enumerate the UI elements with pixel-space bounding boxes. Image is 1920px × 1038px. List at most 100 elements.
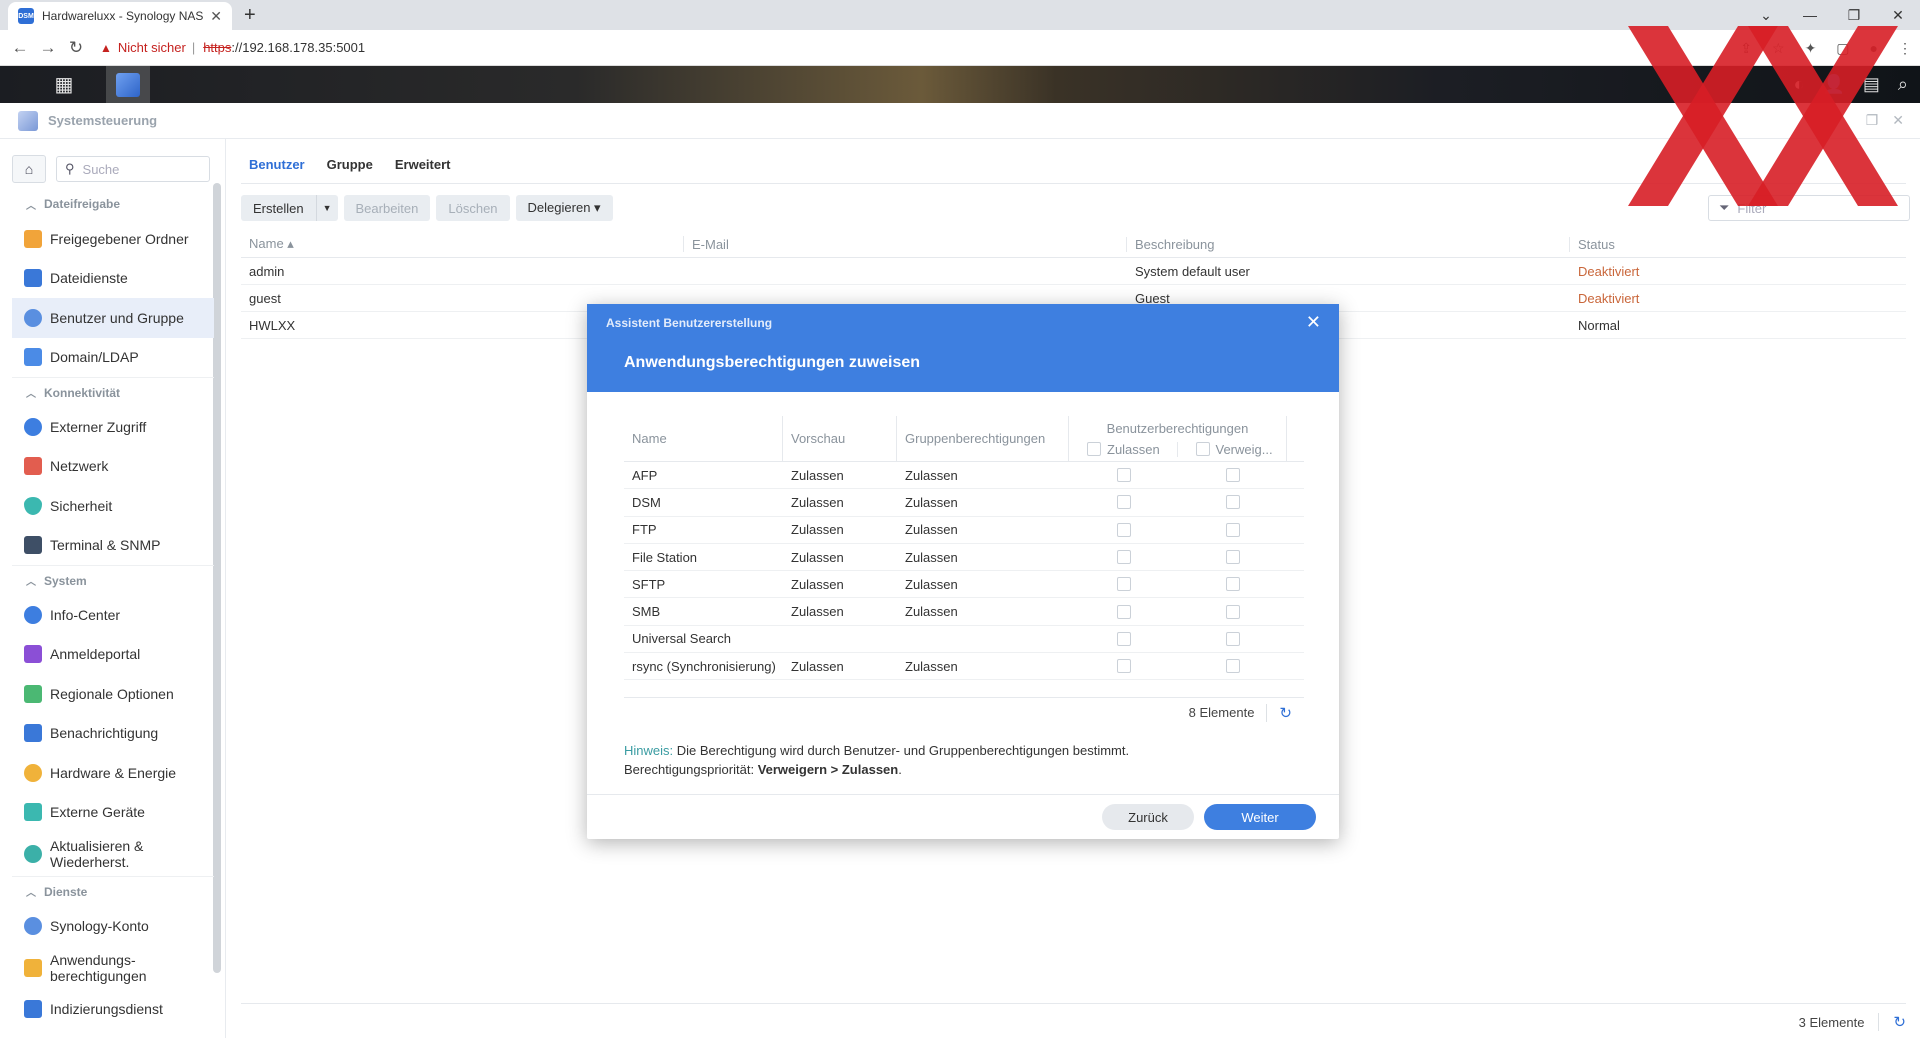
- permission-row[interactable]: File Station Zulassen Zulassen: [624, 544, 1304, 572]
- deny-checkbox[interactable]: [1225, 631, 1240, 646]
- home-icon[interactable]: ⌂: [12, 155, 46, 183]
- sidebar-item-domain-ldap[interactable]: Domain/LDAP: [12, 338, 214, 378]
- delegate-button[interactable]: Delegieren ▾: [515, 195, 613, 221]
- create-dropdown-icon[interactable]: ▼: [315, 195, 338, 221]
- col-description[interactable]: Beschreibung: [1127, 236, 1570, 252]
- search-icon[interactable]: ⌕: [1898, 74, 1908, 95]
- back-icon[interactable]: ←: [6, 38, 34, 58]
- allow-checkbox[interactable]: [1116, 631, 1131, 646]
- permission-row[interactable]: AFP Zulassen Zulassen: [624, 462, 1304, 490]
- user-icon[interactable]: 👤: [1822, 74, 1844, 95]
- permission-row[interactable]: FTP Zulassen Zulassen: [624, 517, 1304, 544]
- url-field[interactable]: ▲ Nicht sicher | https ://192.168.178.35…: [100, 34, 365, 62]
- refresh-icon[interactable]: ↻: [1279, 704, 1292, 722]
- sidebar-item-external-devices[interactable]: Externe Geräte: [12, 793, 214, 833]
- notification-icon[interactable]: ◐: [1794, 74, 1805, 95]
- share-icon[interactable]: ⇪: [1740, 40, 1752, 57]
- tab-search-icon[interactable]: ⌄: [1744, 0, 1788, 30]
- allow-all-checkbox[interactable]: [1087, 442, 1101, 457]
- permission-row[interactable]: Universal Search: [624, 626, 1304, 654]
- deny-checkbox[interactable]: [1225, 604, 1240, 619]
- deny-checkbox[interactable]: [1225, 495, 1240, 510]
- col-app-name[interactable]: Name: [624, 416, 783, 461]
- tab-benutzer[interactable]: Benutzer: [249, 157, 305, 178]
- dialog-close-icon[interactable]: ✕: [1306, 312, 1321, 333]
- table-row[interactable]: admin System default user Deaktiviert: [241, 258, 1906, 285]
- section-dateifreigabe[interactable]: ︿ Dateifreigabe: [12, 189, 214, 219]
- deny-checkbox[interactable]: [1225, 550, 1240, 565]
- allow-checkbox[interactable]: [1116, 604, 1131, 619]
- sidebar-item-synology-account[interactable]: Synology-Konto: [12, 906, 214, 946]
- allow-checkbox[interactable]: [1116, 495, 1131, 510]
- col-status[interactable]: Status: [1570, 237, 1906, 252]
- minimize-icon[interactable]: —: [1788, 0, 1832, 30]
- edit-button[interactable]: Bearbeiten: [343, 195, 431, 221]
- sidebar-item-app-permissions[interactable]: Anwendungs-berechtigungen: [12, 946, 214, 990]
- deny-all-checkbox[interactable]: [1195, 442, 1210, 457]
- allow-checkbox[interactable]: [1116, 550, 1131, 565]
- menu-icon[interactable]: ⋮: [1898, 40, 1912, 57]
- sidebar-item-login-portal[interactable]: Anmeldeportal: [12, 635, 214, 675]
- sidebar-search-input[interactable]: ⚲ Suche: [56, 156, 210, 182]
- sidebar-item-network[interactable]: Netzwerk: [12, 447, 214, 487]
- filter-input[interactable]: ⏷ Filter: [1708, 195, 1910, 221]
- forward-icon[interactable]: →: [34, 38, 62, 58]
- deny-all-header[interactable]: Verweig...: [1178, 442, 1287, 457]
- col-name[interactable]: Name ▴: [241, 236, 684, 252]
- section-system[interactable]: ︿ System: [12, 565, 214, 595]
- deny-checkbox[interactable]: [1225, 577, 1240, 592]
- sidebar-item-update-restore[interactable]: Aktualisieren & Wiederherst.: [12, 832, 214, 876]
- sidebar-item-info-center[interactable]: Info-Center: [12, 595, 214, 635]
- delete-button[interactable]: Löschen: [436, 195, 510, 221]
- tab-gruppe[interactable]: Gruppe: [327, 157, 373, 178]
- section-dienste[interactable]: ︿ Dienste: [12, 876, 214, 906]
- tab-erweitert[interactable]: Erweitert: [395, 157, 451, 178]
- allow-checkbox[interactable]: [1116, 577, 1131, 592]
- restore-icon[interactable]: ❐: [1832, 0, 1876, 30]
- reload-icon[interactable]: ↻: [62, 38, 90, 58]
- create-button[interactable]: Erstellen: [241, 195, 316, 221]
- tab-close-icon[interactable]: ✕: [210, 8, 222, 25]
- sidebar-item-indexing[interactable]: Indizierungsdienst: [12, 990, 214, 1030]
- col-preview[interactable]: Vorschau: [783, 416, 897, 461]
- allow-checkbox[interactable]: [1116, 522, 1131, 537]
- sidebar-item-terminal-snmp[interactable]: Terminal & SNMP: [12, 526, 214, 566]
- section-konnektivitaet[interactable]: ︿ Konnektivität: [12, 377, 214, 407]
- close-window-icon[interactable]: ✕: [1876, 0, 1920, 30]
- media-icon[interactable]: ▢: [1836, 40, 1849, 57]
- refresh-icon[interactable]: ↻: [1893, 1013, 1906, 1031]
- allow-checkbox[interactable]: [1116, 659, 1131, 674]
- col-email[interactable]: E-Mail: [684, 236, 1127, 252]
- sidebar-item-notification[interactable]: Benachrichtigung: [12, 714, 214, 754]
- sidebar-item-security[interactable]: Sicherheit: [12, 486, 214, 526]
- sidebar-item-shared-folder[interactable]: Freigegebener Ordner: [12, 219, 214, 259]
- permission-row[interactable]: rsync (Synchronisierung) Zulassen Zulassen: [624, 653, 1304, 681]
- permission-row[interactable]: DSM Zulassen Zulassen: [624, 489, 1304, 517]
- sidebar-item-external-access[interactable]: Externer Zugriff: [12, 407, 214, 447]
- deny-checkbox[interactable]: [1225, 468, 1240, 483]
- taskbar-control-panel[interactable]: [106, 66, 150, 103]
- back-button[interactable]: Zurück: [1102, 804, 1194, 830]
- window-restore-icon[interactable]: ❐: [1866, 112, 1879, 129]
- deny-checkbox[interactable]: [1225, 522, 1240, 537]
- allow-all-header[interactable]: Zulassen: [1069, 441, 1178, 457]
- window-close-icon[interactable]: ✕: [1892, 112, 1904, 129]
- browser-tab[interactable]: DSM Hardwareluxx - Synology NAS ✕: [8, 2, 232, 30]
- sidebar-item-file-services[interactable]: Dateidienste: [12, 259, 214, 299]
- extensions-icon[interactable]: ✦: [1805, 40, 1817, 57]
- sidebar-item-users-groups[interactable]: Benutzer und Gruppe: [12, 298, 214, 338]
- profile-icon[interactable]: ●: [1870, 40, 1878, 56]
- deny-checkbox[interactable]: [1225, 659, 1240, 674]
- sidebar-item-hardware-energy[interactable]: Hardware & Energie: [12, 753, 214, 793]
- col-group-permissions[interactable]: Gruppenberechtigungen: [897, 416, 1069, 461]
- bookmark-star-icon[interactable]: ☆: [1772, 40, 1785, 57]
- sidebar-item-regional-options[interactable]: Regionale Optionen: [12, 674, 214, 714]
- permission-row[interactable]: SMB Zulassen Zulassen: [624, 598, 1304, 626]
- sidebar-scrollbar[interactable]: [213, 183, 221, 973]
- next-button[interactable]: Weiter: [1204, 804, 1316, 830]
- new-tab-button[interactable]: +: [244, 4, 256, 27]
- permission-row[interactable]: SFTP Zulassen Zulassen: [624, 571, 1304, 599]
- allow-checkbox[interactable]: [1116, 468, 1131, 483]
- widgets-icon[interactable]: ▤: [1863, 74, 1880, 95]
- main-menu-icon[interactable]: ▦: [42, 66, 86, 103]
